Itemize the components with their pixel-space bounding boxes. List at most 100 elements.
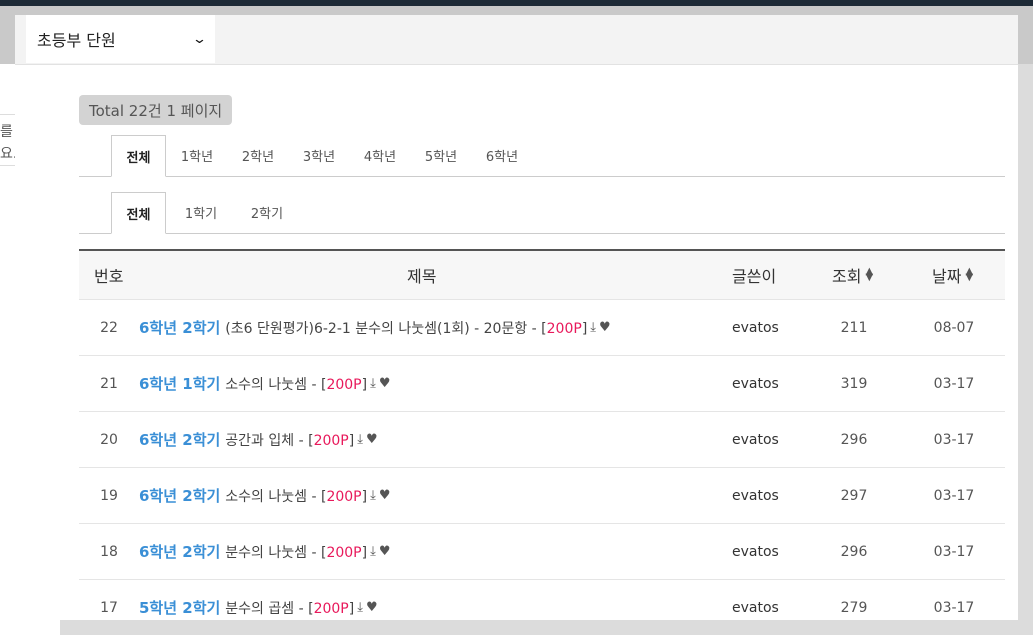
unit-select[interactable]: 초등부 단원 ⌄ xyxy=(26,15,215,63)
bracket-close: ] xyxy=(581,320,588,337)
sort-icon: ▲ ▼ xyxy=(865,266,874,283)
bracket-close: ] xyxy=(348,432,355,449)
post-subject: 공간과 입체 - [ xyxy=(225,432,314,449)
row-author: evatos xyxy=(732,431,779,448)
heart-icon: ♥ xyxy=(365,432,378,447)
tab-semester-1[interactable]: 1학기 xyxy=(175,192,227,233)
row-date: 03-17 xyxy=(933,599,975,616)
download-icon: ⤓ xyxy=(357,600,363,615)
top-strip xyxy=(0,0,1033,6)
row-number: 17 xyxy=(100,599,118,616)
download-icon: ⤓ xyxy=(357,432,363,447)
points-label: 200P xyxy=(326,488,362,505)
points-label: 200P xyxy=(546,320,582,337)
category-link[interactable]: 5학년 2학기 xyxy=(139,597,220,618)
row-views: 296 xyxy=(840,543,868,560)
semester-tabs: 전체 1학기 2학기 xyxy=(79,192,1005,234)
points-label: 200P xyxy=(313,432,349,449)
sort-icon: ▲ ▼ xyxy=(965,266,974,283)
row-date: 08-07 xyxy=(933,319,975,336)
tab-grade-1[interactable]: 1학년 xyxy=(171,135,223,176)
points-label: 200P xyxy=(326,376,362,393)
table-row: 17 5학년 2학기 분수의 곱셈 - [200P] ⤓ ♥ evatos 27… xyxy=(79,580,1005,620)
row-author: evatos xyxy=(732,319,779,336)
tab-grade-2[interactable]: 2학년 xyxy=(232,135,284,176)
row-title: 6학년 2학기 분수의 나눗셈 - [200P] ⤓ ♥ xyxy=(139,524,391,579)
category-link[interactable]: 6학년 2학기 xyxy=(139,317,220,338)
heart-icon: ♥ xyxy=(378,488,391,503)
category-link[interactable]: 6학년 2학기 xyxy=(139,429,220,450)
grade-tabs: 전체 1학년 2학년 3학년 4학년 5학년 6학년 xyxy=(79,135,1005,177)
tab-grade-4[interactable]: 4학년 xyxy=(354,135,406,176)
table-row: 22 6학년 2학기 (초6 단원평가)6-2-1 분수의 나눗셈(1회) - … xyxy=(79,300,1005,356)
heart-icon: ♥ xyxy=(365,600,378,615)
row-views: 279 xyxy=(840,599,868,616)
header-date: 날짜 xyxy=(932,267,962,286)
row-number: 18 xyxy=(100,543,118,560)
tab-grade-all[interactable]: 전체 xyxy=(111,135,166,177)
tab-semester-2[interactable]: 2학기 xyxy=(241,192,293,233)
category-link[interactable]: 6학년 1학기 xyxy=(139,373,220,394)
header-num: 번호 xyxy=(94,267,124,286)
header-author: 글쓴이 xyxy=(732,267,777,286)
post-subject: 소수의 나눗셈 - [ xyxy=(225,376,327,393)
header-title: 제목 xyxy=(407,267,437,286)
tab-grade-3[interactable]: 3학년 xyxy=(293,135,345,176)
heart-icon: ♥ xyxy=(378,544,391,559)
header-views: 조회 xyxy=(832,267,862,286)
table-header: 번호 제목 글쓴이 조회 ▲ ▼ 날짜 ▲ ▼ xyxy=(79,251,1005,300)
heart-icon: ♥ xyxy=(599,320,611,335)
total-count-badge: Total 22건 1 페이지 xyxy=(79,95,233,125)
post-link[interactable]: 분수의 곱셈 - [200P] xyxy=(225,598,354,618)
points-label: 200P xyxy=(326,544,362,561)
post-link[interactable]: 공간과 입체 - [200P] xyxy=(225,430,354,450)
row-author: evatos xyxy=(732,543,779,560)
row-title: 6학년 2학기 (초6 단원평가)6-2-1 분수의 나눗셈(1회) - 20문… xyxy=(139,300,611,355)
download-icon: ⤓ xyxy=(370,544,376,559)
row-date: 03-17 xyxy=(933,487,975,504)
post-subject: 분수의 곱셈 - [ xyxy=(225,600,314,617)
tab-grade-6[interactable]: 6학년 xyxy=(476,135,528,176)
chevron-down-icon: ⌄ xyxy=(191,31,208,47)
points-label: 200P xyxy=(313,600,349,617)
row-author: evatos xyxy=(732,599,779,616)
row-number: 22 xyxy=(100,319,118,336)
table-row: 18 6학년 2학기 분수의 나눗셈 - [200P] ⤓ ♥ evatos 2… xyxy=(79,524,1005,580)
bracket-close: ] xyxy=(361,488,368,505)
sort-date-button[interactable]: 날짜 ▲ ▼ xyxy=(932,251,973,299)
bracket-close: ] xyxy=(361,376,368,393)
background-text: 를 xyxy=(0,124,13,140)
download-icon: ⤓ xyxy=(370,376,376,391)
post-link[interactable]: (초6 단원평가)6-2-1 분수의 나눗셈(1회) - 20문항 - [200… xyxy=(225,318,587,338)
bracket-close: ] xyxy=(361,544,368,561)
post-subject: 분수의 나눗셈 - [ xyxy=(225,544,327,561)
download-icon: ⤓ xyxy=(370,488,376,503)
row-title: 5학년 2학기 분수의 곱셈 - [200P] ⤓ ♥ xyxy=(139,580,378,620)
post-link[interactable]: 소수의 나눗셈 - [200P] xyxy=(225,486,367,506)
heart-icon: ♥ xyxy=(378,376,391,391)
modal-header: 초등부 단원 ⌄ xyxy=(15,15,1018,65)
row-title: 6학년 2학기 소수의 나눗셈 - [200P] ⤓ ♥ xyxy=(139,468,391,523)
row-number: 19 xyxy=(100,487,118,504)
bracket-close: ] xyxy=(348,600,355,617)
category-link[interactable]: 6학년 2학기 xyxy=(139,541,220,562)
sort-views-button[interactable]: 조회 ▲ ▼ xyxy=(832,251,873,299)
row-views: 296 xyxy=(840,431,868,448)
tab-semester-all[interactable]: 전체 xyxy=(111,192,166,234)
board-modal: 초등부 단원 ⌄ Total 22건 1 페이지 전체 1학년 2학년 3학년 … xyxy=(15,15,1018,620)
row-title: 6학년 1학기 소수의 나눗셈 - [200P] ⤓ ♥ xyxy=(139,356,391,411)
board-table: 번호 제목 글쓴이 조회 ▲ ▼ 날짜 ▲ ▼ 22 6학년 2학기 (초6 단원평… xyxy=(79,249,1005,620)
post-link[interactable]: 분수의 나눗셈 - [200P] xyxy=(225,542,367,562)
row-date: 03-17 xyxy=(933,543,975,560)
row-number: 21 xyxy=(100,375,118,392)
download-icon: ⤓ xyxy=(590,320,597,335)
post-link[interactable]: 소수의 나눗셈 - [200P] xyxy=(225,374,367,394)
unit-select-value: 초등부 단원 xyxy=(37,31,116,50)
row-date: 03-17 xyxy=(933,431,975,448)
table-row: 21 6학년 1학기 소수의 나눗셈 - [200P] ⤓ ♥ evatos 3… xyxy=(79,356,1005,412)
row-views: 297 xyxy=(840,487,868,504)
tab-grade-5[interactable]: 5학년 xyxy=(415,135,467,176)
row-author: evatos xyxy=(732,487,779,504)
post-subject: 소수의 나눗셈 - [ xyxy=(225,488,327,505)
category-link[interactable]: 6학년 2학기 xyxy=(139,485,220,506)
